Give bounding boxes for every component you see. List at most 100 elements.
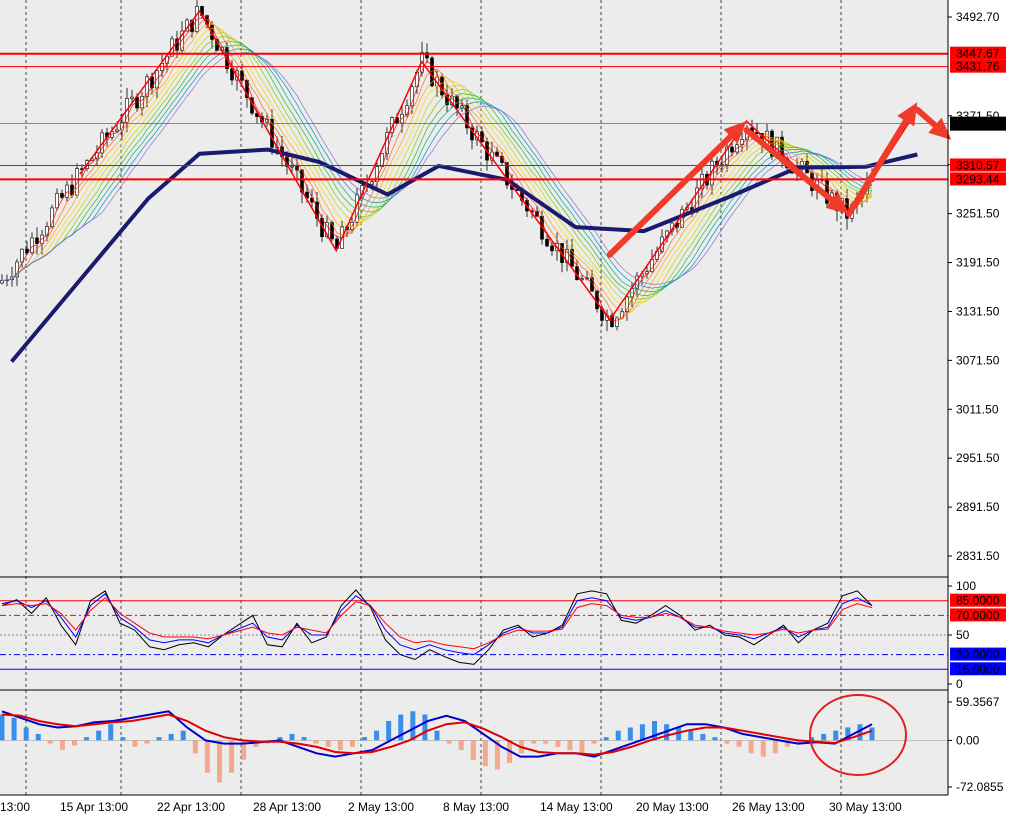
macd-bar-negative — [591, 740, 597, 744]
macd-bar-positive — [301, 737, 307, 741]
candle-bear — [60, 193, 64, 198]
macd-bar-positive — [96, 730, 102, 741]
macd-bar-positive — [615, 730, 621, 741]
x-tick-label: 8 May 13:00 — [443, 800, 509, 814]
level-label: 3431.76 — [956, 60, 1000, 74]
candle-bull — [65, 184, 69, 198]
x-tick-label: 15 Apr 13:00 — [60, 800, 128, 814]
macd-bar-positive — [289, 733, 295, 741]
macd-bar-positive — [23, 727, 29, 741]
macd-bar-negative — [325, 740, 331, 747]
macd-bar-positive — [374, 730, 380, 741]
macd-bar-negative — [543, 740, 549, 744]
level-label: 3447.67 — [956, 47, 1000, 61]
macd-bar-positive — [833, 730, 839, 741]
candle-bull — [55, 193, 59, 209]
candle-bull — [290, 165, 294, 168]
macd-bar-positive — [84, 737, 90, 741]
y-tick-label: 3492.70 — [956, 10, 1000, 24]
macd-bar-negative — [579, 740, 585, 754]
level-label: 3293.44 — [956, 172, 1000, 186]
y-tick-label: 3131.50 — [956, 304, 1000, 318]
macd-bar-negative — [567, 740, 573, 751]
macd-bar-negative — [192, 740, 198, 754]
current-price-label: 3361.87 — [956, 117, 1000, 131]
stoch-y-tick-label: 100 — [956, 579, 976, 593]
macd-bar-positive — [688, 730, 694, 741]
y-tick-label: 2951.50 — [956, 451, 1000, 465]
macd-bar-positive — [652, 720, 657, 741]
macd-bar-negative — [736, 740, 742, 747]
plot-background — [0, 0, 948, 795]
macd-bar-negative — [470, 740, 476, 760]
y-tick-label: 3191.50 — [956, 256, 1000, 270]
stoch-y-tick-label: 50 — [956, 628, 970, 642]
macd-bar-positive — [362, 737, 367, 741]
x-tick-label: 26 May 13:00 — [732, 800, 805, 814]
macd-bar-negative — [349, 740, 355, 747]
macd-bar-positive — [434, 730, 440, 741]
x-tick-label: 30 May 13:00 — [829, 800, 902, 814]
macd-y-tick-label: 59.3567 — [956, 695, 1000, 709]
y-tick-label: 3251.50 — [956, 207, 1000, 221]
macd-bar-negative — [217, 740, 222, 783]
macd-bar-positive — [11, 717, 17, 741]
y-tick-label: 2891.50 — [956, 500, 1000, 514]
candle-bull — [45, 226, 49, 236]
x-tick-label: 28 Apr 13:00 — [253, 800, 321, 814]
macd-bar-negative — [337, 740, 343, 751]
stoch-level-label: 30.0000 — [956, 648, 1000, 662]
macd-bar-positive — [821, 733, 827, 741]
macd-bar-positive — [639, 724, 645, 741]
trading-chart: 3492.703371.503311.503251.503191.503131.… — [0, 0, 1016, 815]
macd-bar-positive — [168, 733, 174, 741]
macd-bar-positive — [422, 714, 428, 741]
candle-bull — [20, 248, 24, 263]
macd-bar-negative — [59, 740, 65, 751]
candle-bull — [0, 280, 4, 284]
candle-bull — [405, 105, 409, 115]
x-tick-label: 20 May 13:00 — [636, 800, 709, 814]
macd-bar-positive — [410, 711, 416, 741]
macd-bar-negative — [204, 740, 210, 773]
macd-bar-negative — [555, 740, 561, 747]
candle-bull — [30, 237, 34, 253]
macd-bar-positive — [35, 733, 41, 741]
candle-bear — [150, 76, 154, 89]
candle-bull — [615, 317, 619, 327]
stoch-level-label: 70.0000 — [956, 608, 1000, 622]
candle-bear — [545, 238, 549, 247]
macd-bar-positive — [700, 733, 706, 741]
macd-bar-negative — [47, 740, 53, 744]
macd-bar-negative — [724, 740, 730, 744]
macd-bar-positive — [627, 727, 633, 741]
macd-bar-negative — [760, 740, 766, 757]
macd-bar-negative — [748, 740, 754, 754]
x-tick-label: 13:00 — [0, 800, 30, 814]
candle-bear — [35, 237, 39, 244]
candle-bear — [550, 245, 554, 252]
macd-bar-positive — [386, 720, 392, 741]
stoch-level-label: 85.0000 — [956, 594, 1000, 608]
macd-bar-positive — [0, 714, 5, 741]
macd-bar-negative — [229, 740, 235, 773]
stoch-level-label: 15.0000 — [956, 662, 1000, 676]
macd-bar-negative — [458, 740, 464, 751]
candle-bear — [25, 248, 29, 253]
macd-bar-positive — [603, 737, 609, 741]
y-tick-label: 2831.50 — [956, 549, 1000, 563]
candle-bear — [730, 146, 734, 153]
macd-bar-negative — [772, 740, 778, 754]
macd-bar-positive — [712, 737, 718, 741]
chart-canvas: 3492.703371.503311.503251.503191.503131.… — [0, 0, 1016, 815]
stoch-y-tick-label: 0 — [956, 677, 963, 691]
macd-bar-negative — [72, 740, 77, 746]
macd-bar-negative — [482, 740, 488, 767]
y-tick-label: 3071.50 — [956, 353, 1000, 367]
macd-bar-negative — [144, 740, 150, 744]
level-label: 3310.57 — [956, 158, 1000, 172]
macd-bar-positive — [120, 737, 126, 741]
macd-bar-positive — [108, 724, 114, 741]
macd-bar-positive — [180, 730, 186, 741]
macd-bar-negative — [446, 740, 452, 744]
